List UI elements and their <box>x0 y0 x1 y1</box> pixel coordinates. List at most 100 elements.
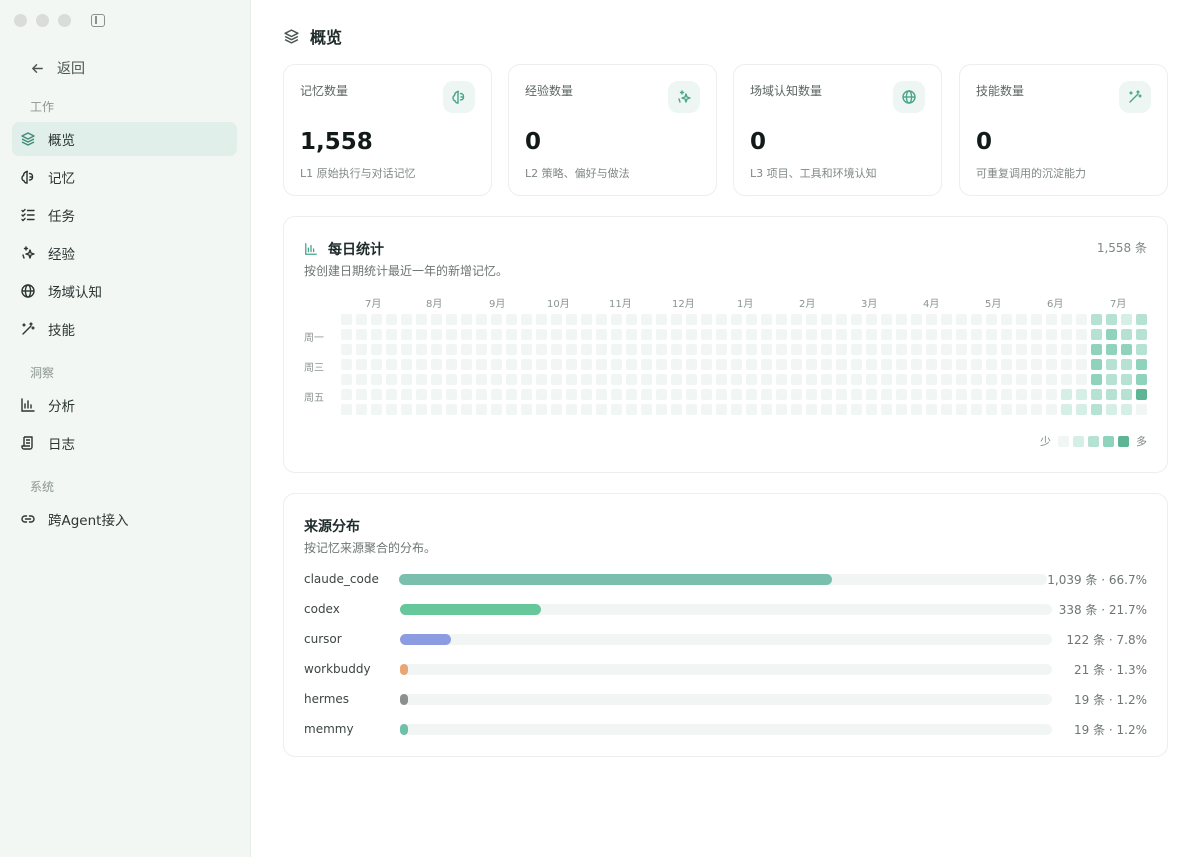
activity-heatmap <box>341 314 1147 415</box>
heatmap-cell <box>1001 404 1012 415</box>
heatmap-cell <box>1061 389 1072 400</box>
heatmap-cell <box>896 344 907 355</box>
heatmap-cell <box>401 344 412 355</box>
heatmap-cell <box>686 344 697 355</box>
heatmap-cell <box>896 359 907 370</box>
sidebar-toggle-icon[interactable] <box>91 14 105 27</box>
heatmap-cell <box>746 404 757 415</box>
heatmap-cell <box>341 374 352 385</box>
heatmap-cell <box>716 404 727 415</box>
heatmap-cell <box>986 374 997 385</box>
heatmap-cell <box>986 344 997 355</box>
heatmap-cell <box>971 359 982 370</box>
source-value: 122 条 · 7.8% <box>1066 632 1147 647</box>
heatmap-cell <box>341 329 352 340</box>
heatmap-cell <box>776 359 787 370</box>
heatmap-cell <box>1016 374 1027 385</box>
sidebar-item-experience[interactable]: 经验 <box>12 236 237 270</box>
heatmap-cell <box>1106 359 1117 370</box>
heatmap-cell <box>566 329 577 340</box>
source-name: codex <box>304 602 340 616</box>
heatmap-cell <box>461 329 472 340</box>
heatmap-cell <box>341 389 352 400</box>
heatmap-cell <box>476 359 487 370</box>
weekday-label: 周三 <box>304 363 324 374</box>
heatmap-cell <box>536 374 547 385</box>
heatmap-cell <box>761 374 772 385</box>
minimize-window-button[interactable] <box>36 14 49 27</box>
stat-description: L3 项目、工具和环境认知 <box>750 167 877 180</box>
heatmap-cell <box>851 314 862 325</box>
heatmap-cell <box>836 344 847 355</box>
heatmap-cell <box>731 374 742 385</box>
heatmap-cell <box>806 359 817 370</box>
heatmap-cell <box>986 389 997 400</box>
heatmap-cell <box>641 404 652 415</box>
heatmap-cell <box>431 374 442 385</box>
heatmap-cell <box>731 404 742 415</box>
heatmap-cell <box>476 389 487 400</box>
heatmap-cell <box>911 359 922 370</box>
source-value: 21 条 · 1.3% <box>1073 662 1147 677</box>
heatmap-cell <box>491 404 502 415</box>
heatmap-cell <box>776 344 787 355</box>
sidebar-item-memory[interactable]: 记忆 <box>12 160 237 194</box>
sidebar-item-skills[interactable]: 技能 <box>12 312 237 346</box>
heatmap-cell <box>836 404 847 415</box>
heatmap-cell <box>656 359 667 370</box>
sidebar-item-overview[interactable]: 概览 <box>12 122 237 156</box>
heatmap-cell <box>926 314 937 325</box>
month-label: 1月 <box>737 299 754 310</box>
stat-label: 记忆数量 <box>300 84 349 98</box>
heatmap-cell <box>641 329 652 340</box>
heatmap-cell <box>416 344 427 355</box>
sidebar-item-analytics[interactable]: 分析 <box>12 388 237 422</box>
sidebar-item-tasks[interactable]: 任务 <box>12 198 237 232</box>
heatmap-cell <box>1091 329 1102 340</box>
sidebar-item-label: 任务 <box>48 209 75 225</box>
heatmap-cell <box>1016 314 1027 325</box>
heatmap-cell <box>926 404 937 415</box>
sidebar-item-field-cognition[interactable]: 场域认知 <box>12 274 237 308</box>
heatmap-cell <box>1121 374 1132 385</box>
heatmap-cell <box>356 329 367 340</box>
sidebar-item-label: 概览 <box>48 133 75 149</box>
heatmap-cell <box>776 329 787 340</box>
legend-less-label: 少 <box>1040 435 1051 448</box>
heatmap-cell <box>986 359 997 370</box>
heatmap-cell <box>341 344 352 355</box>
heatmap-cell <box>356 404 367 415</box>
heatmap-cell <box>491 359 502 370</box>
heatmap-cell <box>701 314 712 325</box>
heatmap-cell <box>1106 344 1117 355</box>
heatmap-cell <box>431 359 442 370</box>
heatmap-cell <box>716 389 727 400</box>
heatmap-cell <box>866 374 877 385</box>
link-icon <box>21 515 35 523</box>
heatmap-cell <box>1136 359 1147 370</box>
close-window-button[interactable] <box>14 14 27 27</box>
month-label: 3月 <box>861 299 878 310</box>
heatmap-cell <box>611 404 622 415</box>
heatmap-cell <box>386 314 397 325</box>
heatmap-cell <box>926 359 937 370</box>
heatmap-cell <box>941 374 952 385</box>
heatmap-cell <box>506 389 517 400</box>
back-button[interactable]: 返回 <box>30 58 85 78</box>
stat-card-memory: 记忆数量 1,558 L1 原始执行与对话记忆 <box>283 64 492 196</box>
heatmap-cell <box>641 359 652 370</box>
heatmap-cell <box>896 389 907 400</box>
heatmap-cell <box>866 404 877 415</box>
heatmap-cell <box>1046 344 1057 355</box>
heatmap-cell <box>761 344 772 355</box>
zoom-window-button[interactable] <box>58 14 71 27</box>
heatmap-cell <box>461 374 472 385</box>
heatmap-cell <box>791 329 802 340</box>
stat-description: L1 原始执行与对话记忆 <box>300 167 416 180</box>
legend-level-4 <box>1118 435 1129 447</box>
source-distribution-card: 来源分布 按记忆来源聚合的分布。 claude_code 1,039 条 · 6… <box>283 493 1168 757</box>
heatmap-cell <box>746 389 757 400</box>
sidebar-item-cross-agent[interactable]: 跨Agent接入 <box>12 502 237 536</box>
month-label: 2月 <box>799 299 816 310</box>
sidebar-item-logs[interactable]: 日志 <box>12 426 237 460</box>
